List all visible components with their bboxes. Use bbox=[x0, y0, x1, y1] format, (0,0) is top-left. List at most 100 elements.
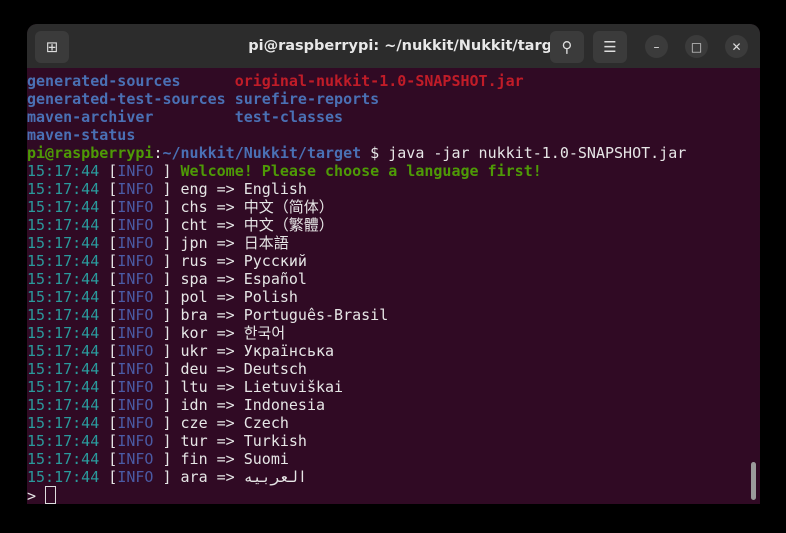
language-option: 15:17:44 [INFO ] ukr => Українська bbox=[27, 342, 335, 360]
language-option: 15:17:44 [INFO ] tur => Turkish bbox=[27, 432, 307, 450]
language-name: Deutsch bbox=[243, 360, 307, 378]
log-timestamp: 15:17:44 bbox=[27, 324, 100, 342]
log-level: INFO bbox=[117, 396, 154, 414]
language-name: Lietuviškai bbox=[243, 378, 344, 396]
log-level: INFO bbox=[117, 198, 154, 216]
terminal-window: ⊞ pi@raspberrypi: ~/nukkit/Nukkit/target… bbox=[27, 24, 760, 504]
close-button[interactable]: ✕ bbox=[725, 35, 748, 58]
log-timestamp: 15:17:44 bbox=[27, 234, 100, 252]
language-code: ara bbox=[180, 468, 208, 486]
log-level: INFO bbox=[117, 414, 154, 432]
directory-name: surefire-reports bbox=[234, 90, 380, 108]
maximize-button[interactable]: □ bbox=[685, 35, 708, 58]
welcome-message: Welcome! Please choose a language first! bbox=[180, 162, 542, 180]
language-name: 中文（简体） bbox=[243, 198, 334, 216]
ls-row: maven-archiver test-classes bbox=[27, 108, 760, 126]
language-code: kor bbox=[180, 324, 208, 342]
language-option: 15:17:44 [INFO ] eng => English bbox=[27, 180, 307, 198]
log-level: INFO bbox=[117, 216, 154, 234]
directory-name: test-classes bbox=[234, 108, 344, 126]
log-level: INFO bbox=[117, 468, 154, 486]
language-name: العربيه bbox=[243, 468, 307, 486]
log-timestamp: 15:17:44 bbox=[27, 216, 100, 234]
log-timestamp: 15:17:44 bbox=[27, 468, 100, 486]
language-option: 15:17:44 [INFO ] cht => 中文（繁體） bbox=[27, 216, 334, 234]
search-icon: ⚲ bbox=[561, 38, 573, 56]
log-timestamp: 15:17:44 bbox=[27, 360, 100, 378]
log-level: INFO bbox=[117, 234, 154, 252]
language-option: 15:17:44 [INFO ] rus => Русский bbox=[27, 252, 307, 270]
log-timestamp: 15:17:44 bbox=[27, 450, 100, 468]
language-code: rus bbox=[180, 252, 208, 270]
language-option: 15:17:44 [INFO ] chs => 中文（简体） bbox=[27, 198, 334, 216]
log-timestamp: 15:17:44 bbox=[27, 162, 100, 180]
log-level: INFO bbox=[117, 270, 154, 288]
language-option: 15:17:44 [INFO ] fin => Suomi bbox=[27, 450, 289, 468]
ls-row: generated-test-sources surefire-reports bbox=[27, 90, 760, 108]
log-timestamp: 15:17:44 bbox=[27, 288, 100, 306]
search-button[interactable]: ⚲ bbox=[550, 31, 584, 63]
language-code: idn bbox=[180, 396, 208, 414]
log-timestamp: 15:17:44 bbox=[27, 342, 100, 360]
directory-name: maven-status bbox=[27, 126, 136, 144]
directory-name: generated-test-sources bbox=[27, 90, 235, 108]
log-timestamp: 15:17:44 bbox=[27, 306, 100, 324]
language-code: jpn bbox=[180, 234, 208, 252]
language-code: tur bbox=[180, 432, 208, 450]
language-name: Suomi bbox=[243, 450, 289, 468]
log-level: INFO bbox=[117, 432, 154, 450]
language-code: fin bbox=[180, 450, 208, 468]
ls-row: generated-sources original-nukkit-1.0-SN… bbox=[27, 72, 760, 90]
log-timestamp: 15:17:44 bbox=[27, 378, 100, 396]
language-code: ltu bbox=[180, 378, 208, 396]
log-timestamp: 15:17:44 bbox=[27, 180, 100, 198]
ls-row: maven-status bbox=[27, 126, 760, 144]
log-level: INFO bbox=[117, 288, 154, 306]
language-code: spa bbox=[180, 270, 208, 288]
prompt-symbol: $ bbox=[361, 144, 389, 162]
language-option: 15:17:44 [INFO ] spa => Español bbox=[27, 270, 307, 288]
language-name: Português-Brasil bbox=[243, 306, 389, 324]
close-icon: ✕ bbox=[731, 39, 742, 54]
language-name: Turkish bbox=[243, 432, 307, 450]
language-code: pol bbox=[180, 288, 208, 306]
language-name: 中文（繁體） bbox=[243, 216, 334, 234]
log-level: INFO bbox=[117, 306, 154, 324]
language-name: Indonesia bbox=[243, 396, 326, 414]
menu-button[interactable]: ☰ bbox=[593, 31, 627, 63]
title-bar: ⊞ pi@raspberrypi: ~/nukkit/Nukkit/target… bbox=[27, 24, 760, 68]
directory-name: generated-sources bbox=[27, 72, 235, 90]
log-level: INFO bbox=[117, 342, 154, 360]
terminal-output[interactable]: generated-sources original-nukkit-1.0-SN… bbox=[27, 72, 760, 504]
log-level: INFO bbox=[117, 252, 154, 270]
log-level: INFO bbox=[117, 450, 154, 468]
language-code: ukr bbox=[180, 342, 208, 360]
language-option: 15:17:44 [INFO ] kor => 한국어 bbox=[27, 324, 286, 342]
language-code: chs bbox=[180, 198, 208, 216]
log-timestamp: 15:17:44 bbox=[27, 252, 100, 270]
prompt-user: pi@raspberrypi bbox=[27, 144, 154, 162]
menu-icon: ☰ bbox=[603, 38, 617, 56]
scrollbar[interactable] bbox=[751, 462, 756, 500]
language-name: Русский bbox=[243, 252, 307, 270]
language-code: cze bbox=[180, 414, 208, 432]
log-level: INFO bbox=[117, 360, 154, 378]
minimize-button[interactable]: – bbox=[645, 35, 668, 58]
language-name: 한국어 bbox=[243, 324, 286, 342]
text-cursor[interactable] bbox=[45, 486, 57, 504]
command-line: pi@raspberrypi:~/nukkit/Nukkit/target $ … bbox=[27, 144, 760, 162]
language-option: 15:17:44 [INFO ] deu => Deutsch bbox=[27, 360, 307, 378]
language-name: Czech bbox=[243, 414, 289, 432]
minimize-icon: – bbox=[653, 39, 660, 54]
language-option: 15:17:44 [INFO ] idn => Indonesia bbox=[27, 396, 326, 414]
language-name: English bbox=[243, 180, 307, 198]
log-level: INFO bbox=[117, 324, 154, 342]
prompt-path: ~/nukkit/Nukkit/target bbox=[162, 144, 362, 162]
input-prompt: > bbox=[27, 487, 46, 504]
input-line: > bbox=[27, 486, 760, 504]
archive-file-name: original-nukkit-1.0-SNAPSHOT.jar bbox=[234, 72, 524, 90]
language-name: Polish bbox=[243, 288, 298, 306]
language-code: deu bbox=[180, 360, 208, 378]
language-name: Español bbox=[243, 270, 307, 288]
log-level: INFO bbox=[117, 162, 154, 180]
